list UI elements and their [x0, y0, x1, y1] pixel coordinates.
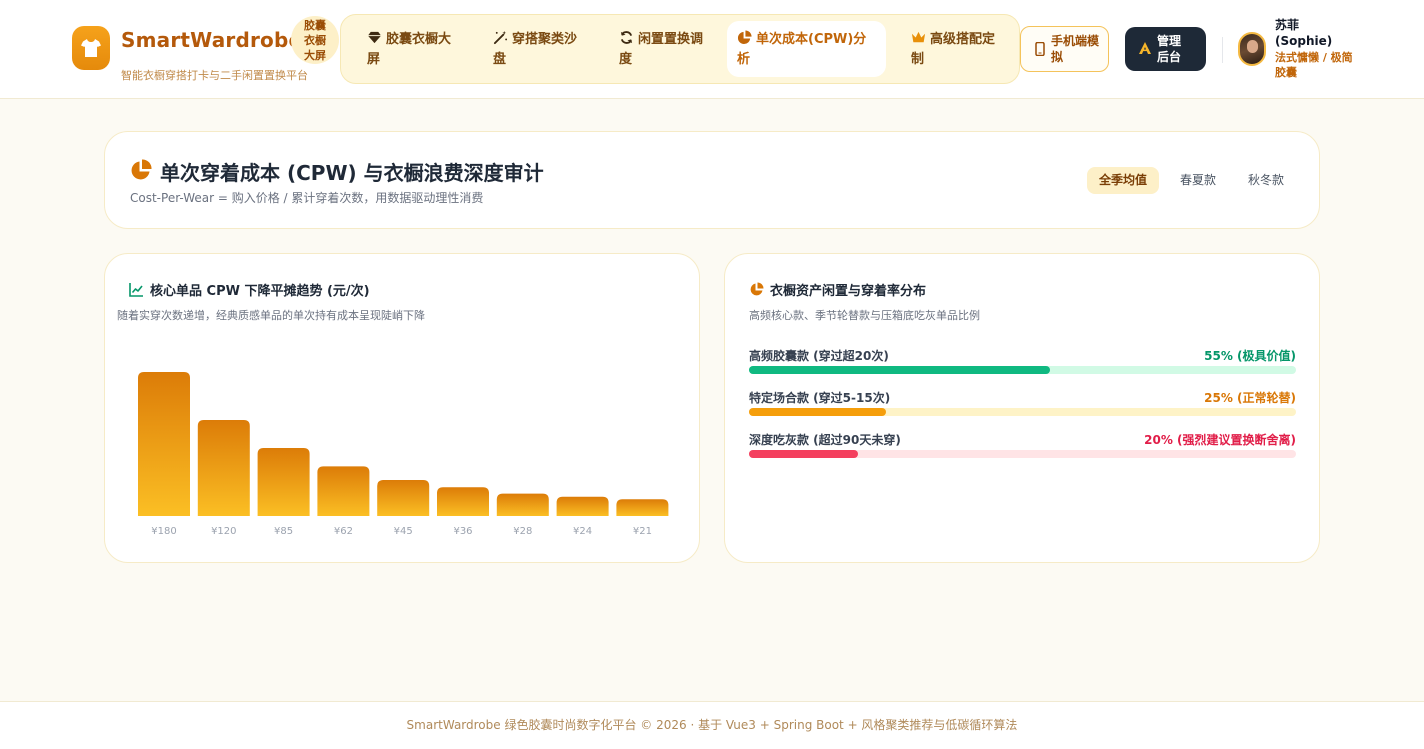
filter-autumn-winter[interactable]: 秋冬款 [1236, 167, 1296, 194]
avatar[interactable] [1238, 32, 1266, 66]
cpw-bar[interactable] [257, 448, 310, 516]
page-title: 单次穿着成本 (CPW) 与衣橱浪费深度审计 [160, 161, 544, 185]
cpw-bar-label: ¥85 [274, 526, 293, 537]
distribution-subtitle: 高频核心款、季节轮替款与压箱底吃灰单品比例 [749, 309, 980, 322]
nav-item-outfit-cluster[interactable]: 穿搭聚类沙盘 [483, 21, 593, 77]
header-divider [1222, 37, 1223, 63]
cpw-bar[interactable] [437, 487, 489, 516]
filter-spring-summer[interactable]: 春夏款 [1168, 167, 1228, 194]
pie-chart-icon [750, 282, 764, 296]
cpw-bar[interactable] [496, 493, 549, 516]
cpw-bar-label: ¥180 [151, 526, 176, 537]
nav-item-premium-styling[interactable]: 高级搭配定制 [901, 21, 1011, 77]
nav-item-capsule-wardrobe[interactable]: 胶囊衣橱大屏 [357, 21, 467, 77]
distribution-value: 20% (强烈建议置换断舍离) [1144, 433, 1296, 447]
mobile-preview-label: 手机端模拟 [1051, 34, 1100, 64]
cpw-bar-label: ¥36 [453, 526, 472, 537]
wardrobe-distribution-card: 衣橱资产闲置与穿着率分布 高频核心款、季节轮替款与压箱底吃灰单品比例 高频胶囊款… [724, 253, 1320, 563]
admin-console-button[interactable]: 管理后台 [1125, 27, 1206, 71]
distribution-value: 25% (正常轮替) [1204, 391, 1296, 405]
distribution-title-text: 衣橱资产闲置与穿着率分布 [770, 284, 927, 299]
page-title-card: 单次穿着成本 (CPW) 与衣橱浪费深度审计 Cost-Per-Wear = 购… [104, 131, 1320, 229]
distribution-fill [749, 366, 1050, 374]
distribution-title: 衣橱资产闲置与穿着率分布 [749, 280, 926, 299]
brand-subtitle: 智能衣橱穿搭打卡与二手闲置置换平台 [121, 69, 308, 82]
magic-wand-icon [493, 30, 508, 45]
distribution-fill [749, 450, 859, 458]
cpw-bar[interactable] [616, 499, 669, 516]
cpw-bar-label: ¥45 [394, 526, 413, 537]
nav-item-cpw-analysis[interactable]: 单次成本(CPW)分析 [727, 21, 886, 77]
cpw-bar-label: ¥24 [573, 526, 592, 537]
distribution-label: 高频胶囊款 (穿过超20次) [749, 349, 889, 363]
cpw-bar[interactable] [556, 496, 609, 516]
cpw-bar-label: ¥62 [334, 526, 353, 537]
distribution-track [749, 366, 1296, 374]
user-name[interactable]: 苏菲 (Sophie) [1275, 17, 1345, 49]
cpw-bar-chart: ¥180 ¥120 ¥85 ¥62 ¥45 ¥36 ¥28 ¥24 ¥21 [138, 372, 669, 537]
gem-icon [367, 31, 382, 44]
mobile-preview-button[interactable]: 手机端模拟 [1020, 26, 1109, 72]
refresh-icon [620, 31, 633, 44]
page-subtitle: Cost-Per-Wear = 购入价格 / 累计穿着次数，用数据驱动理性消费 [130, 191, 484, 205]
brand-name[interactable]: SmartWardrobe [121, 28, 302, 52]
distribution-track [749, 450, 1296, 458]
cpw-trend-card: 核心单品 CPW 下降平摊趋势 (元/次) 随着实穿次数递增，经典质感单品的单次… [104, 253, 700, 563]
cpw-bar[interactable] [317, 466, 370, 516]
distribution-track [749, 408, 1296, 416]
nav-item-label: 单次成本(CPW)分析 [737, 32, 867, 67]
pie-chart-icon [737, 30, 752, 45]
cpw-bar-label: ¥28 [513, 526, 532, 537]
mobile-phone-icon [1035, 42, 1045, 56]
crown-icon [911, 31, 926, 43]
main-nav: 胶囊衣橱大屏 穿搭聚类沙盘 闲置置换调度 单次成本(CPW)分析 高级搭配定制 [340, 14, 1020, 84]
tshirt-logo-icon[interactable] [72, 26, 110, 70]
brand-badge-label: 胶囊衣橱大屏 [304, 19, 326, 62]
distribution-value: 55% (极具价值) [1204, 349, 1296, 363]
distribution-label: 深度吃灰款 (超过90天未穿) [749, 433, 901, 447]
brand-badge: 胶囊衣橱大屏 [291, 16, 339, 64]
page-footer: SmartWardrobe 绿色胶囊时尚数字化平台 © 2026 · 基于 Vu… [0, 701, 1424, 749]
admin-tool-icon [1139, 42, 1151, 54]
user-style-tag: 法式慵懒 / 极简胶囊 [1275, 51, 1353, 79]
filter-all-season[interactable]: 全季均值 [1087, 167, 1160, 194]
pie-chart-icon [131, 159, 152, 180]
top-header: SmartWardrobe 智能衣橱穿搭打卡与二手闲置置换平台 胶囊衣橱大屏 胶… [0, 0, 1424, 99]
nav-item-idle-exchange[interactable]: 闲置置换调度 [609, 21, 719, 77]
cpw-bar[interactable] [197, 420, 250, 516]
admin-console-label: 管理后台 [1157, 34, 1182, 64]
cpw-bar-label: ¥120 [211, 526, 236, 537]
distribution-fill [749, 408, 886, 416]
cpw-bar[interactable] [138, 372, 190, 516]
cpw-bar[interactable] [377, 480, 430, 516]
distribution-label: 特定场合款 (穿过5-15次) [749, 391, 891, 405]
cpw-bar-label: ¥21 [633, 526, 652, 537]
